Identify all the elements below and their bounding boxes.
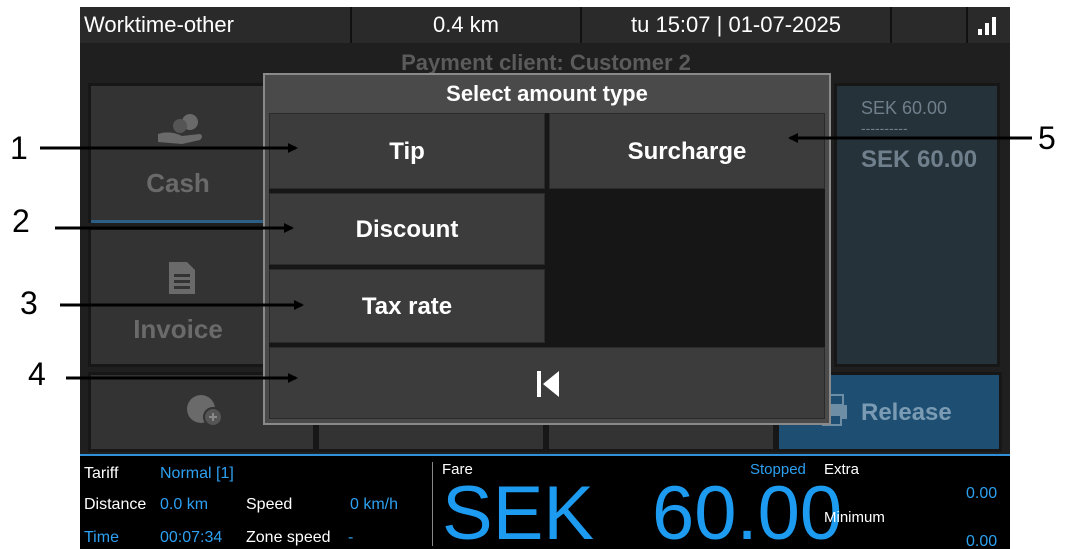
annotation-number-5: 5: [1038, 120, 1056, 156]
release-label: Release: [861, 399, 952, 426]
distance-label: Distance: [84, 496, 147, 513]
status-bar: Worktime-other 0.4 km tu 15:07 | 01-07-2…: [80, 7, 1010, 43]
fare-currency: SEK: [442, 471, 595, 549]
distance-value: 0.0 km: [160, 496, 209, 513]
minimum-value: 0.00: [966, 533, 998, 549]
speed-label: Speed: [246, 496, 293, 513]
surcharge-button[interactable]: Surcharge: [549, 113, 825, 189]
mode-label: Worktime-other: [80, 7, 352, 43]
dialog-button-grid: Tip Surcharge Discount Tax rate: [269, 113, 825, 419]
zone-speed-label: Zone speed: [246, 529, 331, 546]
amount-total: SEK 60.00: [861, 146, 978, 173]
tip-button[interactable]: Tip: [269, 113, 545, 189]
amount-separator: ----------: [861, 120, 908, 136]
fare-amount: 60.00: [652, 471, 843, 549]
distance-readout: 0.4 km: [352, 7, 582, 43]
meter-info-bar: Tariff Normal [1] Distance 0.0 km Speed …: [80, 454, 1010, 549]
cash-button[interactable]: Cash: [88, 83, 268, 223]
info-divider: [432, 462, 433, 546]
tariff-value: Normal [1]: [160, 465, 234, 482]
signal-strength-icon: [978, 17, 996, 35]
extra-value: 0.00: [966, 485, 998, 502]
invoice-document-icon: [169, 262, 195, 294]
back-button[interactable]: [269, 347, 825, 419]
discount-label: Discount: [355, 216, 459, 243]
skip-back-icon: [537, 371, 559, 397]
tariff-label: Tariff: [84, 465, 119, 482]
invoice-label: Invoice: [133, 314, 223, 344]
discount-button[interactable]: Discount: [269, 193, 545, 265]
dialog-title: Select amount type: [446, 81, 648, 106]
tax-rate-label: Tax rate: [361, 293, 453, 320]
datetime-readout: tu 15:07 | 01-07-2025: [582, 7, 892, 43]
cash-label: Cash: [146, 168, 210, 198]
annotation-number-1: 1: [10, 130, 28, 166]
surcharge-label: Surcharge: [627, 138, 747, 165]
status-empty-cell: [892, 7, 968, 43]
invoice-button[interactable]: Invoice: [88, 227, 268, 367]
time-label: Time: [84, 529, 119, 546]
time-value: 00:07:34: [160, 529, 223, 546]
annotation-number-2: 2: [12, 203, 30, 239]
zone-speed-value: -: [348, 529, 354, 546]
annotation-number-3: 3: [20, 285, 38, 321]
tip-label: Tip: [389, 138, 425, 165]
signal-cell: [968, 7, 1010, 43]
amount-summary-panel: SEK 60.00 ---------- SEK 60.00: [834, 83, 1000, 367]
extra-label: Extra: [824, 461, 860, 478]
annotation-number-4: 4: [28, 356, 46, 392]
coin-plus-icon: [187, 395, 223, 427]
cash-selected-indicator: [91, 220, 266, 223]
amount-top: SEK 60.00: [861, 98, 948, 118]
tax-rate-button[interactable]: Tax rate: [269, 269, 545, 343]
speed-value: 0 km/h: [350, 496, 399, 513]
cash-hand-icon: [158, 114, 202, 144]
select-amount-type-dialog: Select amount type Tip Surcharge Discoun…: [263, 73, 831, 425]
minimum-label: Minimum: [824, 509, 885, 526]
taximeter-screen: Worktime-other 0.4 km tu 15:07 | 01-07-2…: [80, 7, 1010, 549]
